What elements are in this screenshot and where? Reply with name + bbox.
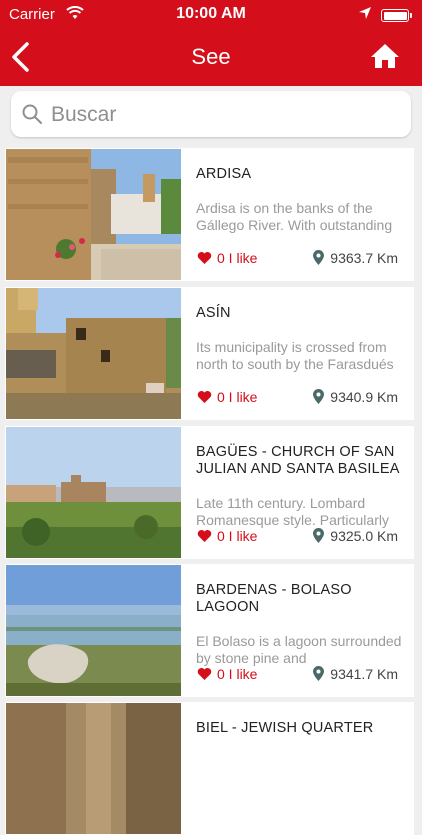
page-title: See bbox=[191, 44, 231, 69]
distance: 9325.0 Km bbox=[313, 528, 398, 544]
home-icon bbox=[371, 44, 399, 68]
heart-icon bbox=[197, 530, 212, 542]
battery-icon bbox=[381, 9, 412, 22]
navigation-header: Carrier 10:00 AM See bbox=[0, 0, 422, 86]
distance-value: 9340.9 Km bbox=[330, 389, 398, 405]
distance: 9341.7 Km bbox=[313, 666, 398, 682]
like-button[interactable]: 0 I like bbox=[197, 528, 257, 544]
search-icon bbox=[22, 104, 42, 124]
like-count: 0 I like bbox=[217, 250, 258, 266]
distance-value: 9363.7 Km bbox=[330, 250, 398, 266]
distance: 9363.7 Km bbox=[313, 250, 398, 266]
list-item[interactable]: BARDENAS - BOLASO LAGOON El Bolaso is a … bbox=[5, 564, 414, 697]
place-description: Late 11th century. Lombard Romanesque st… bbox=[196, 495, 389, 528]
map-pin-icon bbox=[313, 528, 325, 543]
heart-icon bbox=[197, 252, 212, 264]
distance-value: 9341.7 Km bbox=[330, 666, 398, 682]
place-title: ASÍN bbox=[196, 305, 231, 321]
map-pin-icon bbox=[313, 666, 325, 681]
place-title: BAGÜES - CHURCH OF SAN JULIAN AND SANTA … bbox=[196, 444, 400, 477]
map-pin-icon bbox=[313, 389, 325, 404]
list-item[interactable]: ASÍN Its municipality is crossed from no… bbox=[5, 287, 414, 420]
map-pin-icon bbox=[313, 250, 325, 265]
place-description: Ardisa is on the banks of the Gállego Ri… bbox=[196, 200, 393, 233]
list-item[interactable]: BIEL - JEWISH QUARTER bbox=[5, 702, 414, 835]
place-title: ARDISA bbox=[196, 166, 252, 182]
like-button[interactable]: 0 I like bbox=[197, 250, 257, 266]
location-arrow-icon bbox=[358, 6, 372, 24]
list-item[interactable]: BAGÜES - CHURCH OF SAN JULIAN AND SANTA … bbox=[5, 426, 414, 559]
place-photo bbox=[6, 149, 181, 280]
place-photo bbox=[6, 427, 181, 558]
search-bar bbox=[11, 91, 411, 137]
distance-value: 9325.0 Km bbox=[330, 528, 398, 544]
like-button[interactable]: 0 I like bbox=[197, 666, 257, 682]
like-count: 0 I like bbox=[217, 666, 258, 682]
search-input[interactable] bbox=[49, 97, 405, 133]
distance: 9340.9 Km bbox=[313, 389, 398, 405]
home-button[interactable] bbox=[370, 42, 400, 70]
place-title: BARDENAS - BOLASO LAGOON bbox=[196, 582, 352, 615]
like-count: 0 I like bbox=[217, 528, 258, 544]
like-count: 0 I like bbox=[217, 389, 258, 405]
place-description: Its municipality is crossed from north t… bbox=[196, 339, 394, 372]
place-title: BIEL - JEWISH QUARTER bbox=[196, 720, 374, 736]
heart-icon bbox=[197, 391, 212, 403]
status-bar: Carrier 10:00 AM bbox=[0, 0, 422, 30]
list-item[interactable]: ARDISA Ardisa is on the banks of the Gál… bbox=[5, 148, 414, 281]
place-photo bbox=[6, 565, 181, 696]
place-photo bbox=[6, 703, 181, 834]
place-photo bbox=[6, 288, 181, 419]
like-button[interactable]: 0 I like bbox=[197, 389, 257, 405]
place-description: El Bolaso is a lagoon surrounded by ston… bbox=[196, 633, 402, 666]
heart-icon bbox=[197, 668, 212, 680]
